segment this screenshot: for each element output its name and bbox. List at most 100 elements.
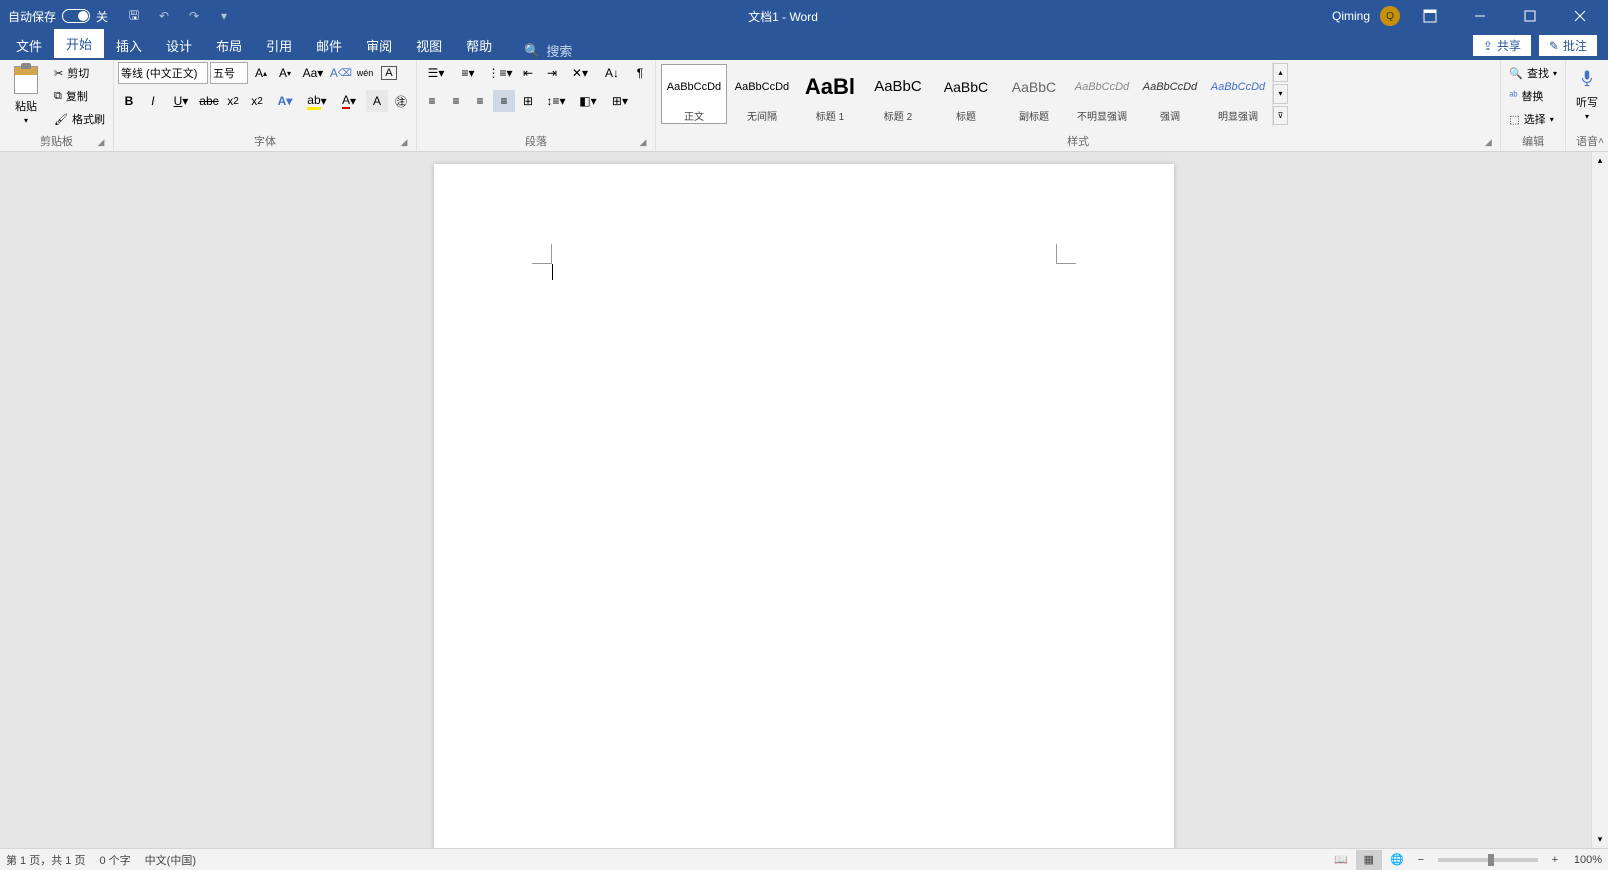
highlight-button[interactable]: ab▾ [302,90,332,112]
text-effects-button[interactable]: A▾ [270,90,300,112]
grow-font-button[interactable]: A▴ [250,62,272,84]
tab-view[interactable]: 视图 [404,31,454,60]
scroll-down-icon[interactable]: ▾ [1592,831,1608,848]
tab-home[interactable]: 开始 [54,29,104,60]
gallery-more-icon[interactable]: ⊽ [1273,106,1288,125]
asian-layout-button[interactable]: ✕▾ [565,62,595,84]
toggle-switch[interactable] [62,9,90,23]
paragraph-launcher[interactable]: ◢ [637,137,649,149]
page[interactable] [434,164,1174,848]
user-avatar[interactable]: Q [1380,6,1400,26]
style-intense-emphasis[interactable]: AaBbCcDd明显强调 [1205,64,1271,124]
style-heading1[interactable]: AaBl标题 1 [797,64,863,124]
comments-button[interactable]: ✎批注 [1538,34,1598,57]
gallery-up-icon[interactable]: ▴ [1273,63,1288,82]
style-title[interactable]: AaBbC标题 [933,64,999,124]
font-launcher[interactable]: ◢ [398,137,410,149]
ribbon-display-options-icon[interactable] [1410,0,1450,32]
underline-button[interactable]: U▾ [166,90,196,112]
minimize-icon[interactable] [1460,0,1500,32]
scroll-up-icon[interactable]: ▴ [1592,152,1608,169]
collapse-ribbon-icon[interactable]: ˄ [1598,136,1604,147]
style-subtle-emphasis[interactable]: AaBbCcDd不明显强调 [1069,64,1135,124]
copy-button[interactable]: ⧉复制 [50,85,109,107]
multilevel-list-button[interactable]: ⋮≡▾ [485,62,515,84]
share-button[interactable]: ⇪共享 [1472,34,1532,57]
clear-formatting-button[interactable]: A⌫ [330,62,352,84]
vertical-scrollbar[interactable]: ▴ ▾ [1591,152,1608,848]
style-no-spacing[interactable]: AaBbCcDd无间隔 [729,64,795,124]
character-border-button[interactable]: A [378,62,400,84]
enclose-characters-button[interactable]: ㊟ [390,90,412,112]
align-center-button[interactable]: ≡ [445,90,467,112]
superscript-button[interactable]: x2 [246,90,268,112]
print-layout-icon[interactable]: ▦ [1356,850,1382,870]
zoom-in-button[interactable]: + [1546,854,1564,866]
change-case-button[interactable]: Aa▾ [298,62,328,84]
style-heading2[interactable]: AaBbC标题 2 [865,64,931,124]
autosave-toggle[interactable]: 自动保存 关 [0,8,116,25]
shading-button[interactable]: ◧▾ [573,90,603,112]
zoom-level[interactable]: 100% [1574,854,1602,866]
italic-button[interactable]: I [142,90,164,112]
strikethrough-button[interactable]: abc [198,90,220,112]
close-icon[interactable] [1560,0,1600,32]
page-number[interactable]: 第 1 页，共 1 页 [6,852,85,868]
undo-icon[interactable]: ↶ [152,4,176,28]
decrease-indent-button[interactable]: ⇤ [517,62,539,84]
language[interactable]: 中文(中国) [145,852,196,868]
format-painter-button[interactable]: 🖌格式刷 [50,108,109,130]
styles-launcher[interactable]: ◢ [1482,137,1494,149]
replace-button[interactable]: ᵃᵇ替换 [1505,85,1561,107]
subscript-button[interactable]: x2 [222,90,244,112]
font-name-combo[interactable] [118,62,208,84]
find-button[interactable]: 🔍查找▾ [1505,62,1561,84]
increase-indent-button[interactable]: ⇥ [541,62,563,84]
line-spacing-button[interactable]: ↕≡▾ [541,90,571,112]
align-right-button[interactable]: ≡ [469,90,491,112]
tab-help[interactable]: 帮助 [454,31,504,60]
tab-file[interactable]: 文件 [4,31,54,60]
zoom-slider[interactable] [1438,858,1538,862]
shrink-font-button[interactable]: A▾ [274,62,296,84]
clipboard-launcher[interactable]: ◢ [95,137,107,149]
tab-review[interactable]: 审阅 [354,31,404,60]
character-shading-button[interactable]: A [366,90,388,112]
redo-icon[interactable]: ↷ [182,4,206,28]
paste-button[interactable]: 粘贴 ▾ [4,62,48,127]
dictate-button[interactable]: 听写 ▾ [1570,62,1604,123]
zoom-out-button[interactable]: − [1412,854,1430,866]
style-normal[interactable]: AaBbCcDd正文 [661,64,727,124]
web-layout-icon[interactable]: 🌐 [1384,850,1410,870]
show-hide-button[interactable]: ¶ [629,62,651,84]
bold-button[interactable]: B [118,90,140,112]
tab-references[interactable]: 引用 [254,31,304,60]
save-icon[interactable]: 🖫 [122,4,146,28]
tab-layout[interactable]: 布局 [204,31,254,60]
document-area[interactable]: ▴ ▾ [0,152,1608,848]
read-mode-icon[interactable]: 📖 [1328,850,1354,870]
tab-mailings[interactable]: 邮件 [304,31,354,60]
tell-me-search[interactable]: 🔍 搜索 [524,41,572,60]
align-left-button[interactable]: ≡ [421,90,443,112]
scroll-track[interactable] [1592,169,1608,831]
justify-button[interactable]: ≡ [493,90,515,112]
maximize-icon[interactable] [1510,0,1550,32]
tab-insert[interactable]: 插入 [104,31,154,60]
sort-button[interactable]: A↓ [597,62,627,84]
borders-button[interactable]: ⊞▾ [605,90,635,112]
numbering-button[interactable]: ≡▾ [453,62,483,84]
qat-customize-icon[interactable]: ▾ [212,4,236,28]
tab-design[interactable]: 设计 [154,31,204,60]
distributed-button[interactable]: ⊞ [517,90,539,112]
phonetic-guide-button[interactable]: wén [354,62,376,84]
font-color-button[interactable]: A▾ [334,90,364,112]
cut-button[interactable]: ✂剪切 [50,62,109,84]
gallery-down-icon[interactable]: ▾ [1273,84,1288,103]
word-count[interactable]: 0 个字 [99,852,130,868]
select-button[interactable]: ⬚选择▾ [1505,108,1561,130]
bullets-button[interactable]: ☰▾ [421,62,451,84]
style-emphasis[interactable]: AaBbCcDd强调 [1137,64,1203,124]
font-size-combo[interactable] [210,62,248,84]
style-subtitle[interactable]: AaBbC副标题 [1001,64,1067,124]
